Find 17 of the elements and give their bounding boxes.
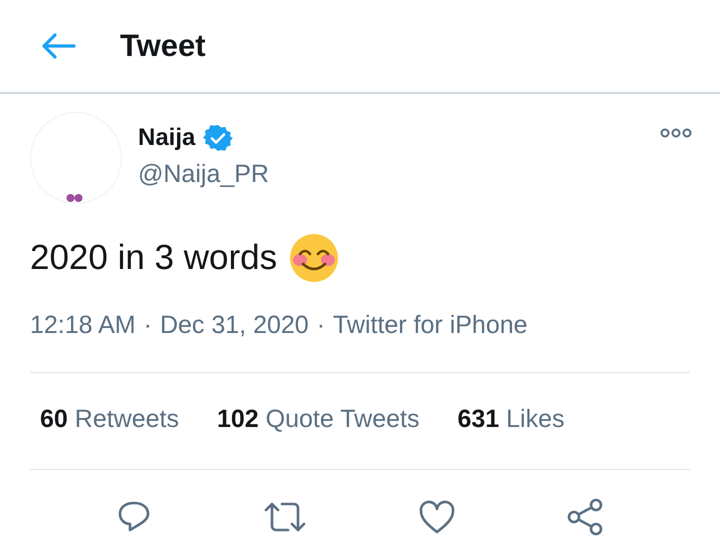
- separator: ·: [316, 310, 326, 340]
- stat-link[interactable]: 60 Retweets: [40, 401, 179, 438]
- tweet-time: 12:18 AM: [30, 310, 136, 340]
- more-options-button[interactable]: [660, 128, 692, 138]
- author-handle[interactable]: @Naija_PR: [138, 156, 660, 194]
- tweet-source: Twitter for iPhone: [333, 310, 528, 340]
- share-icon[interactable]: [566, 498, 604, 536]
- like-icon[interactable]: [418, 498, 456, 536]
- stat-link[interactable]: 631 Likes: [457, 401, 564, 438]
- separator: ·: [144, 310, 152, 340]
- author-name[interactable]: Naija: [138, 120, 196, 156]
- page-title: Tweet: [120, 26, 206, 65]
- back-button[interactable]: [40, 32, 76, 60]
- tweet-date: Dec 31, 2020: [160, 310, 309, 340]
- stat-link[interactable]: 102 Quote Tweets: [216, 401, 420, 438]
- tweet-text: 2020 in 3 words: [30, 237, 278, 279]
- smiling-face-icon: [289, 233, 340, 284]
